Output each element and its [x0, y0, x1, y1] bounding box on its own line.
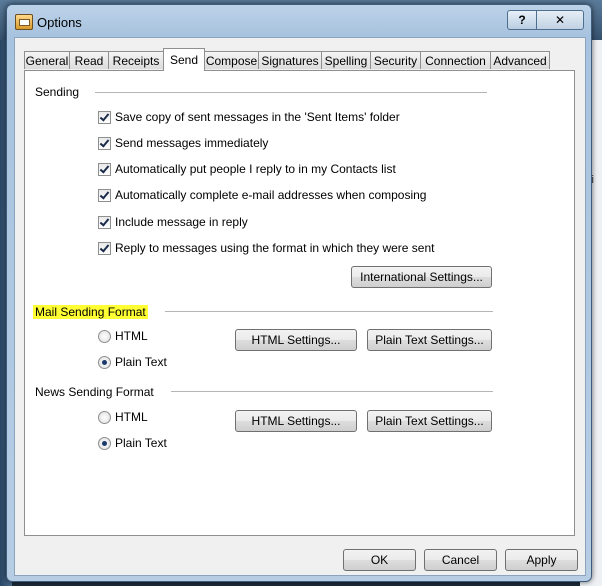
tab-send[interactable]: Send	[163, 48, 205, 71]
checkbox-label: Include message in reply	[115, 215, 248, 229]
mail-html-settings-button[interactable]: HTML Settings...	[235, 329, 357, 351]
close-button[interactable]: ✕	[536, 10, 584, 30]
sending-separator	[95, 92, 487, 94]
tab-compose[interactable]: Compose	[204, 51, 259, 69]
tab-signatures[interactable]: Signatures	[258, 51, 322, 69]
mail-format-separator	[165, 311, 493, 313]
tab-spelling[interactable]: Spelling	[321, 51, 371, 69]
radio-label: Plain Text	[115, 436, 167, 450]
sending-group-label: Sending	[35, 85, 80, 99]
window-title: Options	[37, 15, 82, 30]
checkbox[interactable]	[98, 111, 111, 124]
mail-format-group-label: Mail Sending Format	[33, 305, 148, 319]
radio-button[interactable]	[98, 330, 111, 343]
news-plain-text-settings-button[interactable]: Plain Text Settings...	[367, 410, 492, 432]
checkbox-label: Reply to messages using the format in wh…	[115, 241, 435, 255]
checkbox[interactable]	[98, 216, 111, 229]
checkbox-label: Automatically put people I reply to in m…	[115, 162, 396, 176]
cancel-button[interactable]: Cancel	[424, 549, 497, 571]
tab-receipts[interactable]: Receipts	[108, 51, 164, 69]
checkbox-label: Send messages immediately	[115, 136, 269, 150]
checkbox-label: Automatically complete e-mail addresses …	[115, 188, 427, 202]
tab-read[interactable]: Read	[69, 51, 109, 69]
caption-buttons: ? ✕	[507, 10, 584, 30]
radio-button[interactable]	[98, 437, 111, 450]
mail-plain-text-settings-button[interactable]: Plain Text Settings...	[367, 329, 492, 351]
outlook-express-icon	[15, 14, 33, 30]
radio-button[interactable]	[98, 356, 111, 369]
dialog-client-area: General Read Receipts Send Compose Signa…	[14, 37, 586, 576]
radio-button[interactable]	[98, 411, 111, 424]
mail-format-label-text: Mail Sending Format	[33, 305, 148, 319]
options-dialog: Options ? ✕ General Read Receipts Send C…	[6, 4, 592, 582]
send-tab-panel: Sending Save copy of sent messages in th…	[24, 70, 575, 536]
title-bar[interactable]: Options ? ✕	[7, 5, 591, 37]
checkbox[interactable]	[98, 242, 111, 255]
news-html-settings-button[interactable]: HTML Settings...	[235, 410, 357, 432]
ok-button[interactable]: OK	[343, 549, 416, 571]
international-settings-button[interactable]: International Settings...	[351, 266, 492, 288]
checkbox[interactable]	[98, 137, 111, 150]
apply-button[interactable]: Apply	[505, 549, 578, 571]
radio-label: HTML	[115, 410, 148, 424]
checkbox[interactable]	[98, 163, 111, 176]
tab-security[interactable]: Security	[370, 51, 421, 69]
news-format-group-label: News Sending Format	[35, 385, 154, 399]
help-button[interactable]: ?	[507, 10, 537, 30]
tab-general[interactable]: General	[24, 51, 70, 69]
tab-connection[interactable]: Connection	[420, 51, 491, 69]
news-format-separator	[171, 391, 493, 393]
radio-label: HTML	[115, 329, 148, 343]
checkbox[interactable]	[98, 189, 111, 202]
checkbox-label: Save copy of sent messages in the 'Sent …	[115, 110, 400, 124]
radio-label: Plain Text	[115, 355, 167, 369]
tab-advanced[interactable]: Advanced	[490, 51, 550, 69]
